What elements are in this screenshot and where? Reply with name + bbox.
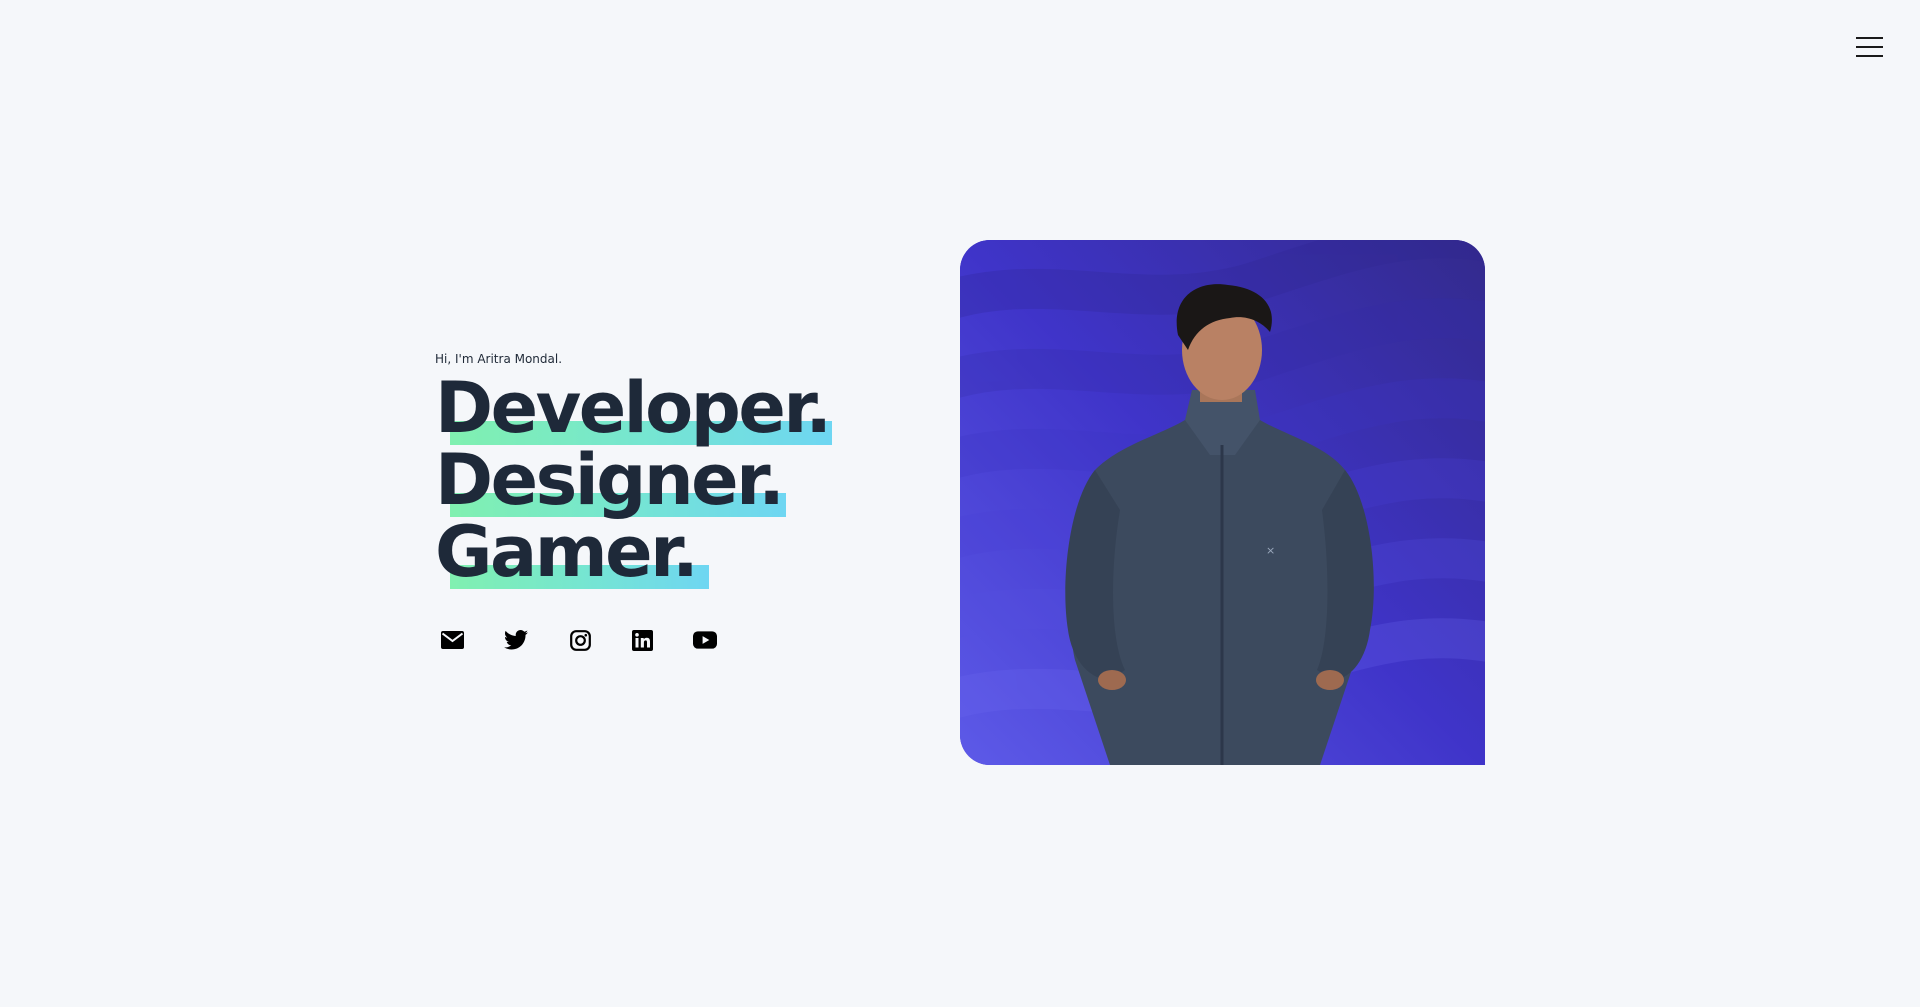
youtube-link[interactable] bbox=[693, 628, 717, 652]
svg-text:×: × bbox=[1266, 544, 1275, 557]
linkedin-link[interactable] bbox=[630, 628, 654, 652]
portrait-card: × bbox=[960, 240, 1485, 765]
headline-line-developer: Developer. bbox=[435, 372, 832, 445]
page: Hi, I'm Aritra Mondal. Developer. Design… bbox=[0, 0, 1920, 1007]
twitter-icon bbox=[504, 630, 528, 650]
headline-line-gamer: Gamer. bbox=[435, 516, 830, 589]
hamburger-menu-icon-bar bbox=[1856, 55, 1883, 57]
headline-text: Developer. bbox=[435, 367, 832, 449]
envelope-icon bbox=[440, 631, 464, 649]
instagram-link[interactable] bbox=[568, 628, 592, 652]
email-link[interactable] bbox=[440, 628, 464, 652]
headline-line-designer: Designer. bbox=[435, 444, 830, 517]
headline-text: Gamer. bbox=[435, 511, 699, 593]
twitter-link[interactable] bbox=[504, 628, 528, 652]
profile-photo: × bbox=[960, 240, 1485, 765]
hamburger-menu-icon-bar bbox=[1856, 46, 1883, 48]
intro-text: Hi, I'm Aritra Mondal. bbox=[435, 352, 563, 366]
instagram-icon bbox=[569, 629, 591, 651]
hero-headline: Developer. Designer. Gamer. bbox=[435, 372, 832, 589]
linkedin-icon bbox=[631, 629, 653, 651]
hamburger-menu-icon-bar bbox=[1856, 37, 1883, 39]
hamburger-menu-button[interactable] bbox=[1856, 36, 1883, 58]
headline-text: Designer. bbox=[435, 439, 785, 521]
youtube-icon bbox=[693, 631, 717, 649]
